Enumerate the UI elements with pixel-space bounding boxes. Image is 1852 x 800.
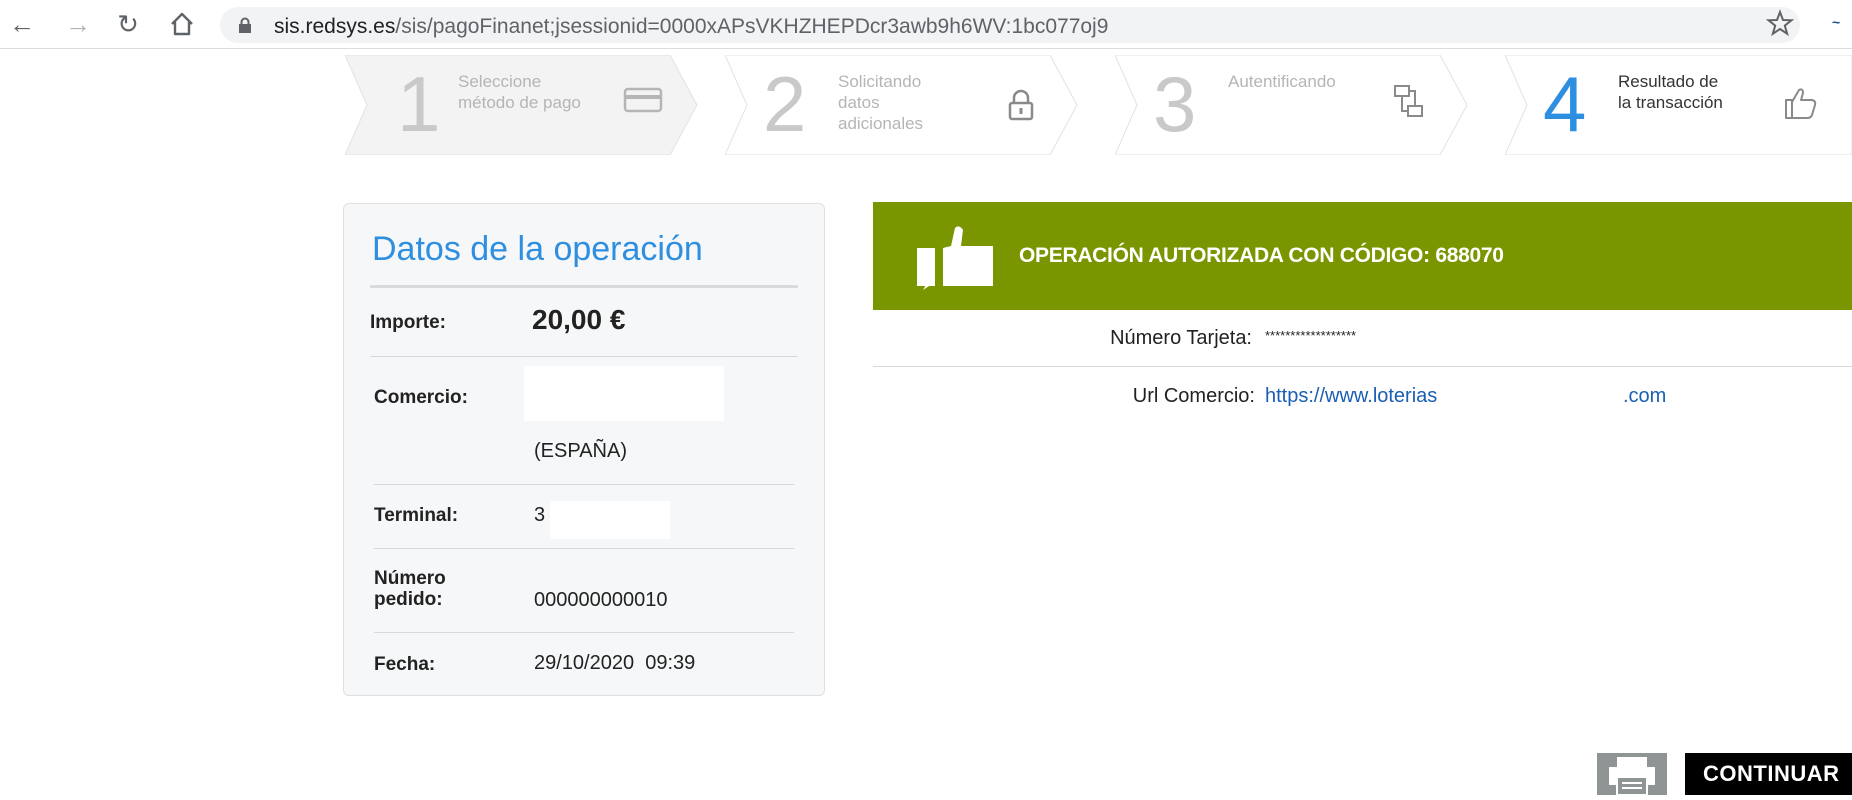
step-1: 1 Seleccione método de pago — [345, 55, 700, 155]
fecha-label: Fecha: — [374, 654, 436, 675]
step-3-label: Autentificando — [1228, 72, 1336, 91]
importe-value: 20,00 € — [532, 304, 626, 335]
panel-title: Datos de la operación — [372, 230, 703, 268]
home-icon[interactable] — [166, 8, 198, 40]
authorization-banner: OPERACIÓN AUTORIZADA CON CÓDIGO: 688070 — [873, 202, 1852, 310]
result-divider — [873, 366, 1852, 367]
continue-button[interactable]: CONTINUAR — [1685, 753, 1852, 795]
printer-icon — [1609, 757, 1655, 796]
step-1-label: Seleccione método de pago — [458, 72, 581, 112]
step-2-label: Solicitando datos adicionales — [838, 72, 924, 133]
reload-icon[interactable]: ↻ — [112, 8, 144, 40]
url-text: sis.redsys.es/sis/pagoFinanet;jsessionid… — [274, 15, 1108, 39]
operation-details-panel: Datos de la operación Importe: 20,00 € C… — [343, 203, 825, 696]
row-divider — [374, 484, 794, 485]
row-divider — [374, 548, 794, 549]
thumbs-up-icon — [1785, 88, 1817, 119]
step-4: 4 Resultado de la transacción — [1505, 55, 1852, 155]
url-comercio-link-start[interactable]: https://www.loterias — [1265, 385, 1437, 408]
fecha-value: 29/10/2020 09:39 — [534, 652, 696, 674]
pedido-label: Número pedido: — [374, 568, 446, 610]
credit-card-icon — [623, 87, 663, 113]
network-icon — [1394, 85, 1423, 117]
lock-icon — [239, 17, 251, 33]
pedido-value: 000000000010 — [534, 589, 668, 611]
back-icon[interactable]: ← — [6, 8, 38, 40]
checkout-steps: 1 Seleccione método de pago 2 Solicitand… — [345, 55, 1852, 155]
redacted-merchant-name — [524, 366, 724, 421]
terminal-value: 3 — [534, 504, 546, 526]
importe-label: Importe: — [370, 312, 446, 333]
extension-icon[interactable]: ~ — [1832, 14, 1852, 32]
print-button[interactable] — [1597, 753, 1667, 796]
url-comercio-label: Url Comercio: — [1132, 385, 1255, 407]
step-2: 2 Solicitando datos adicionales — [725, 55, 1080, 155]
forward-icon[interactable]: → — [62, 8, 94, 40]
step-3-number: 3 — [1153, 60, 1197, 148]
step-3: 3 Autentificando — [1115, 55, 1470, 155]
card-number-label: Número Tarjeta: — [1110, 327, 1252, 349]
browser-toolbar: ← → ↻ sis.redsys.es/sis/pagoFinanet;jses… — [0, 0, 1852, 49]
step-4-label: Resultado de la transacción — [1618, 72, 1723, 112]
url-host: sis.redsys.es — [274, 15, 396, 38]
thumbs-up-icon — [917, 226, 993, 290]
terminal-label: Terminal: — [374, 505, 459, 526]
address-bar[interactable]: sis.redsys.es/sis/pagoFinanet;jsessionid… — [220, 7, 1800, 43]
row-divider — [374, 632, 794, 633]
authorization-message: OPERACIÓN AUTORIZADA CON CÓDIGO: 688070 — [1019, 244, 1504, 268]
step-2-number: 2 — [763, 60, 807, 148]
redacted-terminal — [550, 501, 670, 539]
card-number-value: ****************** — [1265, 328, 1357, 343]
comercio-country: (ESPAÑA) — [534, 440, 627, 462]
url-path: /sis/pagoFinanet;jsessionid=0000xAPsVKHZ… — [395, 15, 1109, 38]
authorization-code: 688070 — [1435, 244, 1504, 267]
comercio-label: Comercio: — [374, 387, 468, 408]
lock-icon — [1008, 89, 1034, 121]
step-1-number: 1 — [397, 60, 441, 148]
bookmark-star-icon[interactable] — [1765, 8, 1795, 38]
step-4-number: 4 — [1543, 60, 1587, 148]
authorization-text: OPERACIÓN AUTORIZADA CON CÓDIGO: — [1019, 244, 1430, 267]
row-divider — [370, 356, 798, 357]
url-comercio-link-end[interactable]: .com — [1623, 385, 1666, 408]
title-divider — [370, 285, 798, 288]
